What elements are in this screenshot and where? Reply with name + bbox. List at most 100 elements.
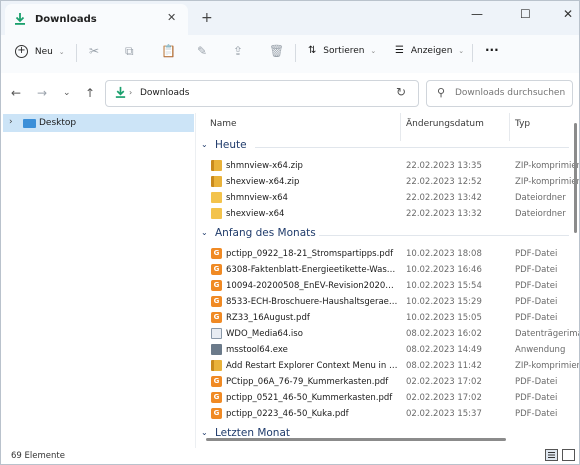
- file-type: PDF-Datei: [515, 297, 558, 307]
- list-item[interactable]: G 10094-20200508_EnEV-Revision2020_DE.pd…: [196, 278, 579, 294]
- list-item[interactable]: shmnview-x64.zip 22.02.2023 13:35 ZIP-ko…: [196, 158, 579, 174]
- search-icon: ⚲: [437, 86, 446, 99]
- copy-icon[interactable]: ⧉: [125, 44, 134, 59]
- column-divider: [509, 113, 510, 141]
- list-item[interactable]: shexview-x64.zip 22.02.2023 12:52 ZIP-ko…: [196, 174, 579, 190]
- up-arrow-icon[interactable]: ↑: [85, 86, 95, 100]
- search-input[interactable]: [455, 85, 567, 101]
- list-item[interactable]: G PCtipp_06A_76-79_Kummerkasten.pdf 02.0…: [196, 374, 579, 390]
- file-name: 6308-Faktenblatt-Energieetikette-Waschma…: [226, 265, 398, 275]
- file-name: pctipp_0521_46-50_Kummerkasten.pdf: [226, 393, 393, 403]
- file-date: 02.02.2023 17:02: [406, 377, 482, 387]
- share-icon[interactable]: ⇪: [233, 44, 243, 58]
- column-header-date[interactable]: Änderungsdatum: [406, 119, 484, 129]
- file-type: PDF-Datei: [515, 377, 558, 387]
- pdf-icon: G: [211, 376, 222, 387]
- file-type: ZIP-komprimierter Ordner: [515, 361, 579, 371]
- sort-button-label: Sortieren: [323, 46, 365, 56]
- search-box[interactable]: ⚲: [426, 80, 573, 107]
- list-item[interactable]: WDO_Media64.iso 08.02.2023 16:02 Datentr…: [196, 326, 579, 342]
- file-name: 10094-20200508_EnEV-Revision2020_DE.pdf: [226, 281, 398, 291]
- list-item[interactable]: shmnview-x64 22.02.2023 13:42 Dateiordne…: [196, 190, 579, 206]
- refresh-icon[interactable]: ↻: [396, 85, 406, 99]
- list-item[interactable]: Add Restart Explorer Context Menu in Win…: [196, 358, 579, 374]
- sort-button[interactable]: ⇅ Sortieren ⌄: [308, 45, 376, 56]
- vertical-scrollbar[interactable]: [574, 123, 577, 233]
- divider: [76, 44, 77, 62]
- pdf-icon: G: [211, 280, 222, 291]
- download-icon: [13, 12, 27, 29]
- collapse-chevron-icon: ⌄: [201, 428, 208, 437]
- list-item[interactable]: G pctipp_0521_46-50_Kummerkasten.pdf 02.…: [196, 390, 579, 406]
- file-date: 10.02.2023 18:08: [406, 249, 482, 259]
- group-header-beginning-of-month[interactable]: ⌄ Anfang des Monats: [199, 227, 569, 243]
- horizontal-scrollbar[interactable]: [206, 438, 506, 441]
- list-item[interactable]: G pctipp_0223_46-50_Kuka.pdf 02.02.2023 …: [196, 406, 579, 422]
- file-date: 02.02.2023 17:02: [406, 393, 482, 403]
- chevron-down-icon: ⌄: [58, 47, 65, 56]
- details-view-button[interactable]: [545, 449, 558, 461]
- back-arrow-icon[interactable]: ←: [11, 86, 21, 100]
- collapse-chevron-icon: ⌄: [201, 140, 208, 149]
- address-bar[interactable]: › Downloads ↻: [105, 80, 419, 107]
- file-date: 10.02.2023 16:46: [406, 265, 482, 275]
- minimize-button[interactable]: —: [471, 7, 483, 21]
- folder-icon: [211, 208, 222, 219]
- file-date: 22.02.2023 13:35: [406, 161, 482, 171]
- file-name: shexview-x64.zip: [226, 177, 300, 187]
- list-item[interactable]: msstool64.exe 08.02.2023 14:49 Anwendung: [196, 342, 579, 358]
- pdf-icon: G: [211, 296, 222, 307]
- new-button[interactable]: + Neu ⌄: [15, 45, 65, 58]
- list-item[interactable]: G 6308-Faktenblatt-Energieetikette-Wasch…: [196, 262, 579, 278]
- new-tab-button[interactable]: +: [201, 10, 213, 26]
- divider: [472, 44, 473, 62]
- file-date: 22.02.2023 13:42: [406, 193, 482, 203]
- recent-locations-chevron-icon[interactable]: ⌄: [63, 88, 71, 98]
- download-icon: [114, 86, 127, 102]
- file-date: 08.02.2023 14:49: [406, 345, 482, 355]
- column-header-type[interactable]: Typ: [515, 119, 530, 129]
- zip-icon: [211, 160, 222, 171]
- sidebar-item-desktop[interactable]: › Desktop: [3, 114, 194, 132]
- pdf-icon: G: [211, 248, 222, 259]
- sidebar-item-label: Desktop: [39, 118, 77, 128]
- breadcrumb[interactable]: Downloads: [140, 88, 189, 98]
- expand-chevron-icon[interactable]: ›: [9, 117, 13, 127]
- file-name: shmnview-x64.zip: [226, 161, 303, 171]
- column-header-name[interactable]: Name: [210, 119, 237, 129]
- forward-arrow-icon[interactable]: →: [37, 86, 47, 100]
- view-button[interactable]: ☰ Anzeigen ⌄: [395, 45, 464, 56]
- file-list: Name Änderungsdatum Typ ⌄ Heute shmnview…: [196, 113, 579, 448]
- file-date: 22.02.2023 12:52: [406, 177, 482, 187]
- navigation-bar: ← → ⌄ ↑ › Downloads ↻ ⚲: [1, 73, 579, 113]
- paste-icon[interactable]: 📋: [161, 44, 176, 58]
- more-options-button[interactable]: ···: [485, 43, 499, 57]
- command-bar: + Neu ⌄ ✂ ⧉ 📋 ✎ ⇪ 🗑 ⇅ Sortieren ⌄ ☰ Anze…: [1, 35, 579, 74]
- rename-icon[interactable]: ✎: [197, 44, 207, 58]
- list-item[interactable]: G pctipp_0922_18-21_Stromspartipps.pdf 1…: [196, 246, 579, 262]
- group-header-today[interactable]: ⌄ Heute: [199, 139, 569, 155]
- disc-image-icon: [211, 328, 222, 339]
- file-name: 8533-ECH-Broschuere-Haushaltsgeraete-DE.…: [226, 297, 398, 307]
- navigation-pane: › Desktop: [1, 113, 196, 448]
- file-explorer-window: Downloads ✕ + — ☐ ✕ + Neu ⌄ ✂ ⧉ 📋 ✎ ⇪ 🗑 …: [0, 0, 580, 465]
- desktop-icon: [23, 119, 36, 128]
- file-type: Dateiordner: [515, 209, 566, 219]
- file-name: WDO_Media64.iso: [226, 329, 303, 339]
- title-bar: Downloads ✕ + — ☐ ✕: [1, 1, 579, 35]
- file-type: PDF-Datei: [515, 249, 558, 259]
- list-item[interactable]: G RZ33_16August.pdf 10.02.2023 15:05 PDF…: [196, 310, 579, 326]
- file-type: PDF-Datei: [515, 281, 558, 291]
- cut-icon[interactable]: ✂: [89, 44, 99, 58]
- tab-close-icon[interactable]: ✕: [167, 11, 176, 24]
- file-date: 10.02.2023 15:54: [406, 281, 482, 291]
- list-item[interactable]: shexview-x64 22.02.2023 13:32 Dateiordne…: [196, 206, 579, 222]
- tiles-view-button[interactable]: [562, 449, 575, 461]
- tab-downloads[interactable]: Downloads ✕: [5, 4, 188, 35]
- view-list-icon: ☰: [395, 45, 404, 56]
- list-item[interactable]: G 8533-ECH-Broschuere-Haushaltsgeraete-D…: [196, 294, 579, 310]
- close-window-button[interactable]: ✕: [563, 7, 573, 21]
- delete-icon[interactable]: 🗑: [269, 44, 284, 58]
- maximize-button[interactable]: ☐: [520, 7, 531, 21]
- file-type: Datenträgerimagedatei: [515, 329, 579, 339]
